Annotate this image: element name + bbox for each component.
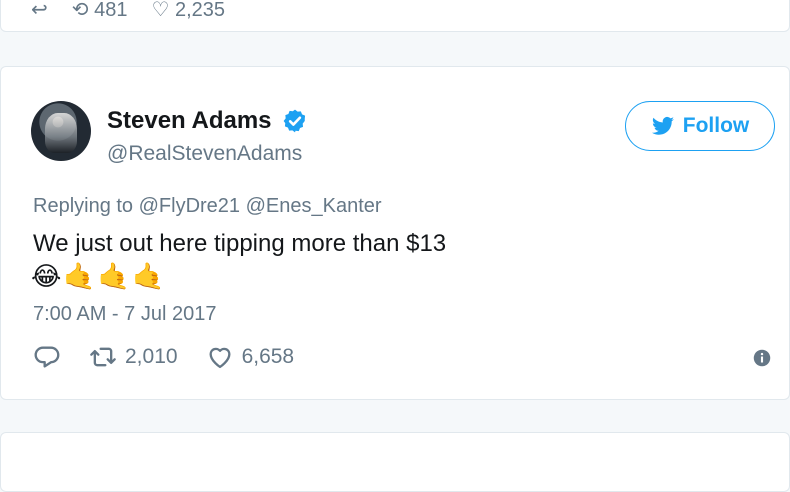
author-handle[interactable]: @RealStevenAdams [107, 142, 302, 166]
retweet-count: 2,010 [125, 345, 178, 368]
previous-tweet-card: ↩ ⟲ 481 ♡ 2,235 [0, 0, 790, 32]
tweet-card: Steven Adams @RealStevenAdams Follow Rep… [0, 66, 790, 400]
verified-badge-icon [283, 109, 305, 133]
retweet-icon [90, 347, 116, 367]
previous-tweet-actions: ↩ ⟲ 481 ♡ 2,235 [31, 0, 225, 22]
follow-label: Follow [682, 114, 750, 137]
like-button[interactable]: 6,658 [206, 343, 295, 371]
next-tweet-card [0, 432, 790, 492]
heart-icon [209, 347, 231, 369]
avatar[interactable] [31, 101, 91, 161]
author-name-row: Steven Adams [107, 107, 308, 135]
tweet-timestamp[interactable]: 7:00 AM - 7 Jul 2017 [33, 303, 216, 326]
retweet-button[interactable]: 2,010 [89, 343, 178, 371]
like-count: 6,658 [241, 345, 295, 368]
reply-button[interactable] [33, 343, 61, 371]
tweet-text: We just out here tipping more than $13 [33, 230, 447, 257]
replying-to: Replying to @FlyDre21 @Enes_Kanter [33, 195, 382, 217]
retweet-count: 481 [94, 0, 128, 21]
info-icon[interactable] [753, 349, 771, 367]
previous-retweet[interactable]: ⟲ 481 [72, 0, 128, 22]
twitter-bird-icon [651, 116, 674, 135]
follow-button[interactable]: Follow [625, 101, 775, 151]
tweet-actions: 2,010 6,658 [33, 343, 294, 371]
display-name[interactable]: Steven Adams [107, 107, 272, 135]
reply-icon[interactable]: ↩ [31, 0, 48, 22]
tweet-emojis: 😂🤙🤙🤙 [31, 261, 167, 291]
previous-like[interactable]: ♡ 2,235 [151, 0, 225, 22]
like-count: 2,235 [174, 0, 226, 21]
reply-icon [34, 346, 60, 368]
